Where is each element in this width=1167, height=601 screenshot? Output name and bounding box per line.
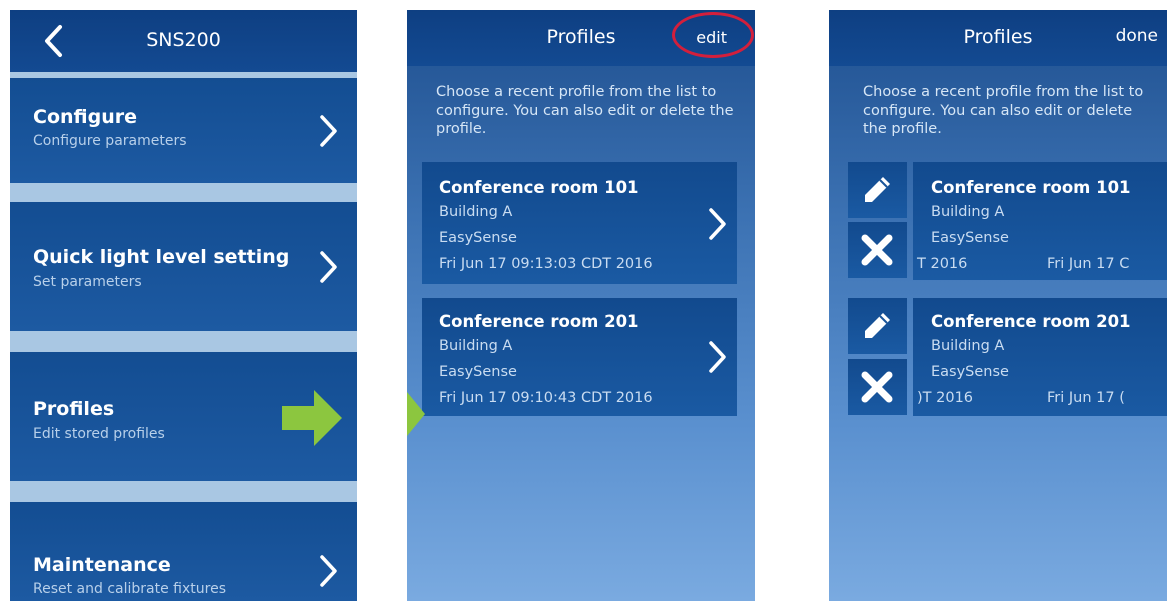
menu-item-quick-light-level[interactable]: Quick light level setting Set parameters — [10, 202, 357, 331]
x-icon — [861, 234, 893, 266]
pencil-icon — [865, 177, 890, 202]
delete-profile-button[interactable] — [848, 359, 907, 415]
menu-item-sublabel: Set parameters — [33, 274, 142, 290]
menu-item-sublabel: Configure parameters — [33, 133, 187, 149]
top-bar: Profiles edit — [407, 10, 755, 66]
profile-date-fragment: T 2016 — [917, 256, 968, 272]
intro-text: Choose a recent profile from the list to… — [436, 84, 734, 138]
profile-name: Conference room 101 — [931, 178, 1131, 197]
profile-date-fragment: Fri Jun 17 C — [1047, 256, 1130, 272]
done-button[interactable]: done — [1116, 26, 1158, 46]
menu-item-sublabel: Reset and calibrate fixtures — [33, 581, 226, 597]
menu-item-configure[interactable]: Configure Configure parameters — [10, 78, 357, 183]
edit-profile-button[interactable] — [848, 162, 907, 218]
profile-date: Fri Jun 17 09:13:03 CDT 2016 — [439, 256, 653, 272]
chevron-right-icon — [320, 251, 337, 283]
chevron-right-icon — [709, 341, 726, 373]
pencil-icon — [865, 313, 890, 338]
menu-item-label: Profiles — [33, 398, 115, 420]
top-bar: Profiles done — [829, 10, 1167, 66]
profile-card-2[interactable]: Conference room 201 Building A EasySense… — [913, 298, 1167, 416]
profile-date: Fri Jun 17 09:10:43 CDT 2016 — [439, 390, 653, 406]
profile-name: Conference room 201 — [439, 312, 639, 331]
arrow-tip-icon — [407, 392, 425, 436]
profile-system: EasySense — [439, 364, 517, 380]
menu-item-profiles[interactable]: Profiles Edit stored profiles — [10, 352, 357, 481]
profile-system: EasySense — [439, 230, 517, 246]
profile-building: Building A — [439, 204, 513, 220]
edit-button[interactable]: edit — [696, 28, 727, 47]
profile-building: Building A — [931, 338, 1005, 354]
arrow-right-icon — [282, 390, 342, 446]
menu-item-sublabel: Edit stored profiles — [33, 426, 165, 442]
screen-profiles-edit: Profiles done Choose a recent profile fr… — [829, 10, 1167, 601]
profile-building: Building A — [931, 204, 1005, 220]
page-title: SNS200 — [146, 29, 221, 51]
menu-item-maintenance[interactable]: Maintenance Reset and calibrate fixtures — [10, 502, 357, 601]
edit-profile-button[interactable] — [848, 298, 907, 354]
screen-profiles: Profiles edit Choose a recent profile fr… — [407, 10, 755, 601]
profile-name: Conference room 101 — [439, 178, 639, 197]
chevron-right-icon — [320, 115, 337, 147]
menu-item-label: Maintenance — [33, 554, 171, 576]
profile-system: EasySense — [931, 364, 1009, 380]
x-icon — [861, 371, 893, 403]
profile-card-1[interactable]: Conference room 101 Building A EasySense… — [913, 162, 1167, 280]
profile-card-1[interactable]: Conference room 101 Building A EasySense… — [422, 162, 737, 284]
menu-item-label: Configure — [33, 106, 137, 128]
profile-system: EasySense — [931, 230, 1009, 246]
profile-date-fragment: )T 2016 — [917, 390, 974, 406]
profile-card-2[interactable]: Conference room 201 Building A EasySense… — [422, 298, 737, 416]
profile-date-fragment: Fri Jun 17 ( — [1047, 390, 1125, 406]
delete-profile-button[interactable] — [848, 222, 907, 278]
intro-text: Choose a recent profile from the list to… — [863, 84, 1144, 138]
screen-main-menu: SNS200 Configure Configure parameters Qu… — [10, 10, 357, 601]
profile-building: Building A — [439, 338, 513, 354]
chevron-right-icon — [709, 208, 726, 240]
chevron-right-icon — [320, 555, 337, 587]
top-bar: SNS200 — [10, 10, 357, 72]
menu-item-label: Quick light level setting — [33, 246, 290, 268]
profile-name: Conference room 201 — [931, 312, 1131, 331]
